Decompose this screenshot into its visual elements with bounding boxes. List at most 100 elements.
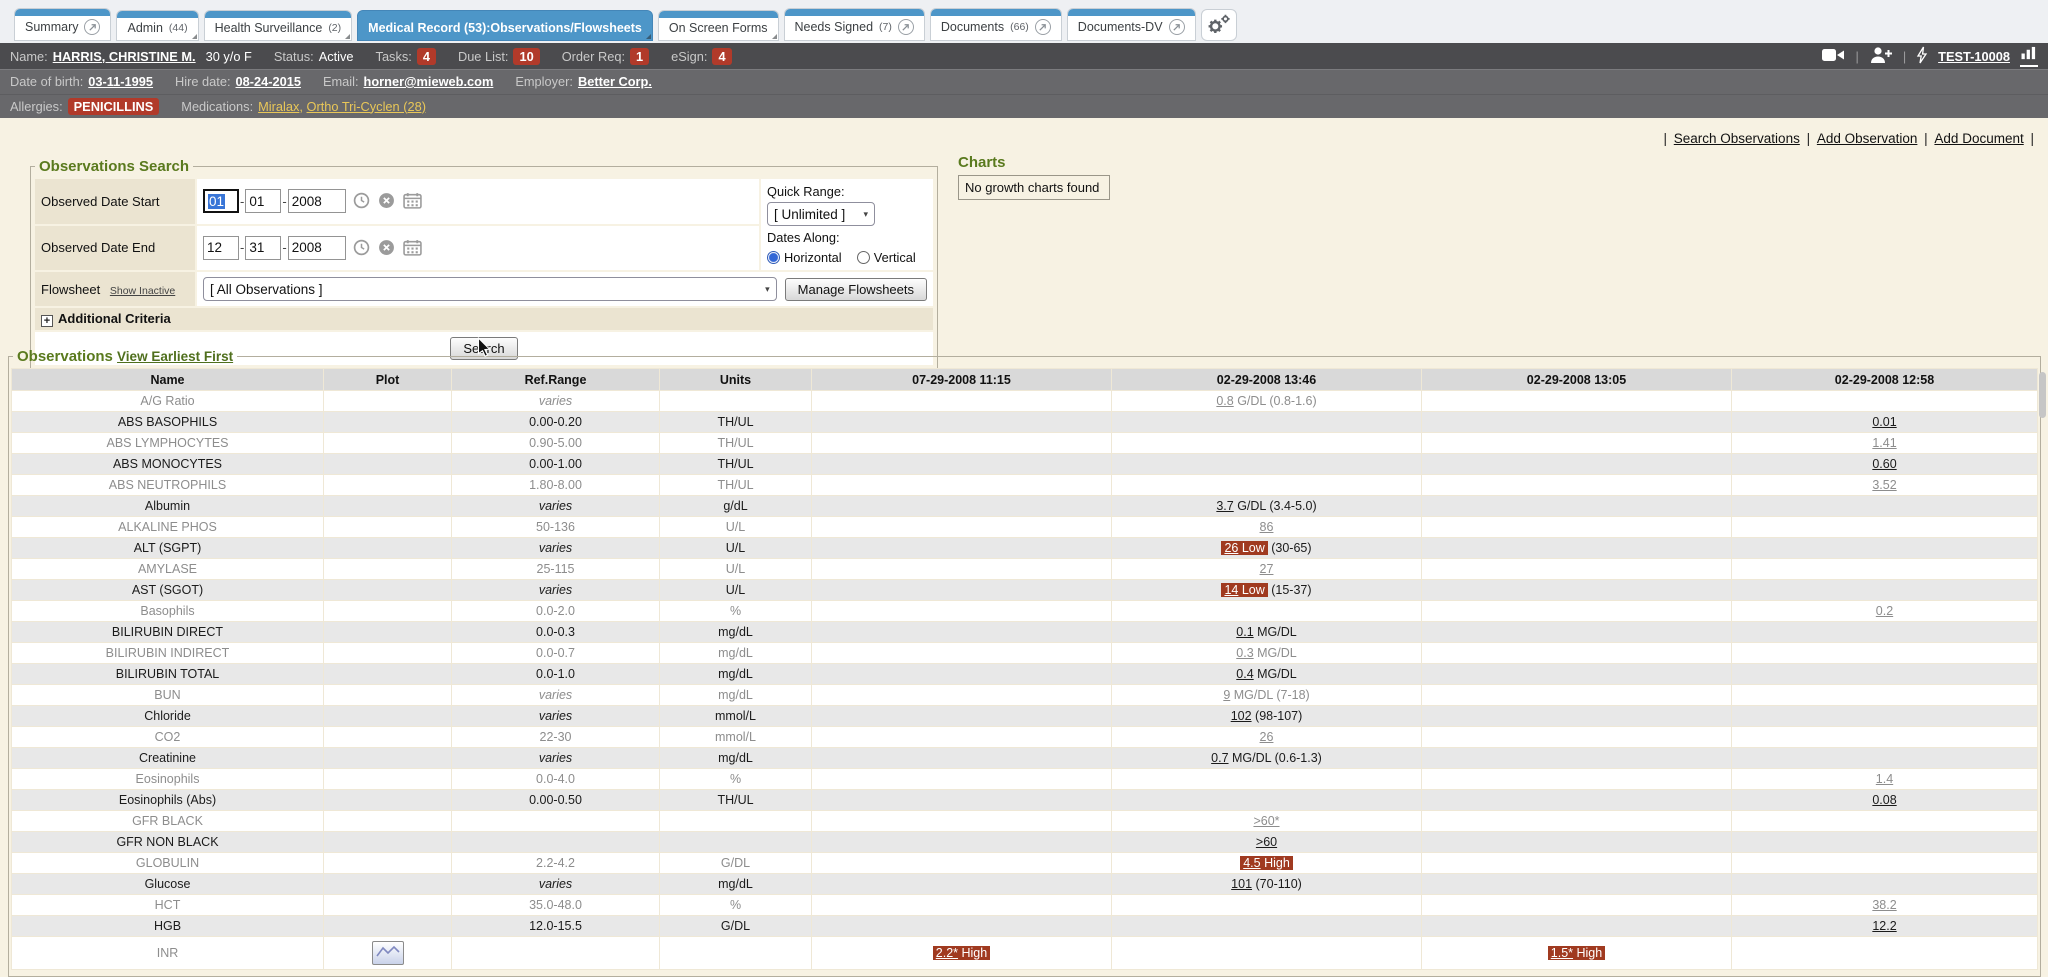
calendar-icon[interactable]: [403, 239, 422, 259]
tab-label: Documents: [941, 20, 1004, 34]
observation-value-link[interactable]: 0.7: [1211, 751, 1228, 765]
esign-count-badge[interactable]: 4: [712, 48, 731, 65]
observation-value-link[interactable]: >60*: [1253, 814, 1279, 828]
medication-link[interactable]: Miralax: [258, 99, 299, 114]
start-day-input[interactable]: [245, 189, 281, 213]
end-day-input[interactable]: [245, 236, 281, 260]
flowsheet-select[interactable]: [ All Observations ]▾: [203, 277, 777, 301]
allergy-badge[interactable]: PENICILLINS: [68, 98, 160, 115]
observation-value-cell: 1.41: [1732, 433, 2038, 454]
observation-value-link[interactable]: 0.8: [1216, 394, 1233, 408]
calendar-icon[interactable]: [403, 192, 422, 212]
observation-value-link[interactable]: 102: [1231, 709, 1252, 723]
observation-value-link[interactable]: 0.2: [1876, 604, 1893, 618]
tab-settings-button[interactable]: [1201, 9, 1237, 41]
clear-date-icon[interactable]: [378, 239, 395, 259]
observation-value-link[interactable]: 1.5*: [1551, 946, 1573, 960]
observation-value-link[interactable]: 0.3: [1236, 646, 1253, 660]
observation-value-link[interactable]: >60: [1256, 835, 1277, 849]
observation-value-link[interactable]: 3.7: [1216, 499, 1233, 513]
tab-documents-dv[interactable]: Documents-DV: [1067, 8, 1196, 41]
observation-row: Glucosevariesmg/dL101 (70-110): [12, 874, 2038, 895]
additional-criteria-row[interactable]: +Additional Criteria: [35, 308, 933, 330]
observation-value-cell: [1422, 496, 1732, 517]
open-in-new-icon[interactable]: [898, 19, 914, 35]
observation-value-link[interactable]: 1.4: [1876, 772, 1893, 786]
video-call-icon[interactable]: [1821, 47, 1845, 66]
observation-value-cell: [1422, 790, 1732, 811]
due-list-count-badge[interactable]: 10: [513, 48, 539, 65]
dropdown-corner-icon: [772, 34, 777, 39]
observation-value-link[interactable]: 0.4: [1236, 667, 1253, 681]
end-month-input[interactable]: [203, 236, 239, 260]
observation-value-cell: [1422, 517, 1732, 538]
time-picker-icon[interactable]: [353, 239, 370, 259]
observation-value-link[interactable]: 2.2*: [936, 946, 958, 960]
quick-action-bolt-icon[interactable]: [1916, 46, 1928, 67]
observation-value-link[interactable]: 14: [1224, 583, 1238, 597]
tab-admin[interactable]: Admin(44): [116, 10, 198, 41]
observation-value-cell: [812, 727, 1112, 748]
observation-value-link[interactable]: 101: [1231, 877, 1252, 891]
observation-value-link[interactable]: 0.60: [1872, 457, 1896, 471]
expand-plus-icon[interactable]: +: [41, 315, 53, 327]
observation-value-cell: [1422, 748, 1732, 769]
observation-value-link[interactable]: 0.01: [1872, 415, 1896, 429]
start-month-input[interactable]: 01: [203, 189, 239, 213]
observation-value-link[interactable]: 9: [1223, 688, 1230, 702]
tab-needs-signed[interactable]: Needs Signed(7): [784, 8, 925, 41]
clear-date-icon[interactable]: [378, 192, 395, 212]
observation-value-cell: 1.5* High: [1422, 937, 1732, 970]
add-observation-link[interactable]: Add Observation: [1817, 131, 1918, 146]
end-year-input[interactable]: [288, 236, 346, 260]
observation-value-link[interactable]: 3.52: [1872, 478, 1896, 492]
medication-link[interactable]: Ortho Tri-Cyclen (28): [307, 99, 426, 114]
observation-value-link[interactable]: 38.2: [1872, 898, 1896, 912]
plot-cell: [324, 391, 452, 412]
observation-value-link[interactable]: 0.1: [1236, 625, 1253, 639]
observation-value-link[interactable]: 86: [1260, 520, 1274, 534]
observation-value-link[interactable]: 27: [1260, 562, 1274, 576]
show-inactive-link[interactable]: Show Inactive: [110, 285, 175, 297]
tab-summary[interactable]: Summary: [14, 8, 111, 41]
observation-value-link[interactable]: 0.08: [1872, 793, 1896, 807]
tab-health-surveillance[interactable]: Health Surveillance(2): [204, 10, 353, 41]
tab-medical-record-active[interactable]: Medical Record (53):Observations/Flowshe…: [357, 10, 653, 41]
open-in-new-icon[interactable]: [1169, 19, 1185, 35]
observation-value-cell: [1732, 874, 2038, 895]
view-earliest-first-link[interactable]: View Earliest First: [117, 349, 233, 364]
observation-value-link[interactable]: 4.5: [1243, 856, 1260, 870]
start-year-input[interactable]: [288, 189, 346, 213]
search-observations-link[interactable]: Search Observations: [1674, 131, 1800, 146]
vertical-radio[interactable]: [857, 251, 870, 264]
observation-name: Chloride: [12, 706, 324, 727]
add-document-link[interactable]: Add Document: [1934, 131, 2023, 146]
scrollbar-thumb[interactable]: [2039, 372, 2046, 418]
observation-value-cell: 101 (70-110): [1112, 874, 1422, 895]
tasks-count-badge[interactable]: 4: [417, 48, 436, 65]
observation-value-link[interactable]: 26: [1224, 541, 1238, 555]
units-value: mmol/L: [660, 706, 812, 727]
time-picker-icon[interactable]: [353, 192, 370, 212]
bar-chart-icon[interactable]: [2020, 46, 2038, 67]
add-person-icon[interactable]: [1869, 46, 1893, 67]
dropdown-corner-icon: [192, 34, 197, 39]
observation-value-link[interactable]: 26: [1260, 730, 1274, 744]
open-in-new-icon[interactable]: [1035, 19, 1051, 35]
order-req-count-badge[interactable]: 1: [630, 48, 649, 65]
tab-documents[interactable]: Documents(66): [930, 8, 1062, 41]
observation-value-link[interactable]: 12.2: [1872, 919, 1896, 933]
observation-value-cell: [1422, 685, 1732, 706]
observation-value-link[interactable]: 1.41: [1872, 436, 1896, 450]
plot-sparkline-button[interactable]: [372, 941, 404, 965]
observation-name: HGB: [12, 916, 324, 937]
dropdown-corner-icon: [345, 34, 350, 39]
tab-on-screen-forms[interactable]: On Screen Forms: [658, 10, 779, 41]
quick-range-select[interactable]: [ Unlimited ]▾: [767, 202, 875, 226]
horizontal-radio[interactable]: [767, 251, 780, 264]
tab-label: Medical Record (53):Observations/Flowshe…: [368, 21, 642, 35]
ref-range-value: varies: [452, 748, 660, 769]
manage-flowsheets-button[interactable]: Manage Flowsheets: [785, 278, 927, 301]
open-in-new-icon[interactable]: [84, 19, 100, 35]
observation-row: HCT35.0-48.0%38.2: [12, 895, 2038, 916]
